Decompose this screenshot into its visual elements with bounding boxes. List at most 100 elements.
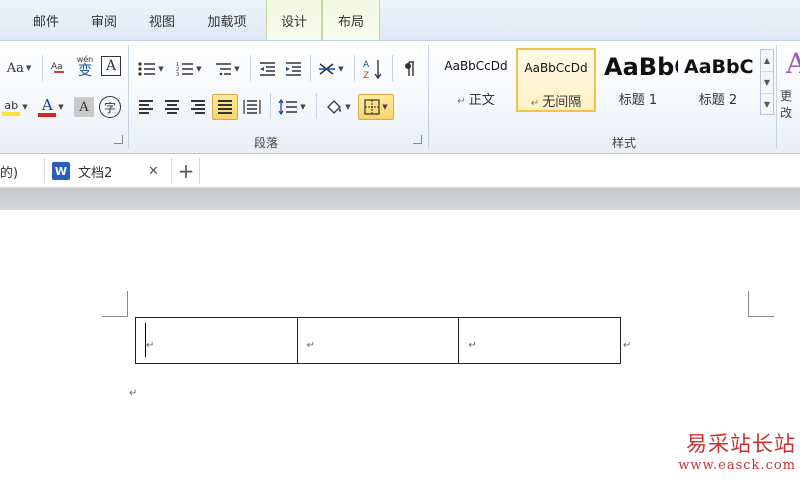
distributed-align-icon — [243, 100, 261, 114]
watermark-title: 易采站长站 — [686, 432, 796, 456]
document-table[interactable]: ↵ ↵ ↵ — [135, 317, 621, 364]
document-page[interactable]: ↵ ↵ ↵ ↵ ↵ 易采站长站 www.easck.com — [0, 210, 800, 482]
numbering-button[interactable]: 123 ▼ — [172, 57, 206, 81]
new-tab-button[interactable]: + — [174, 154, 198, 188]
align-right-button[interactable] — [186, 95, 210, 119]
cell-end-mark-icon: ↵ — [468, 340, 477, 351]
svg-text:Z: Z — [363, 71, 369, 80]
font-dialog-launcher-icon[interactable] — [114, 135, 123, 144]
styles-scroll[interactable]: ▲ ▼ ▼ — [760, 49, 774, 115]
svg-text:A: A — [363, 60, 370, 70]
numbered-list-icon: 123 — [176, 62, 194, 77]
font-size-icon: Aa — [6, 60, 24, 76]
increase-indent-button[interactable] — [282, 57, 304, 81]
font-color-button[interactable]: A ▼ — [34, 95, 68, 119]
sort-az-icon: AZ — [363, 60, 382, 80]
highlight-icon: ab — [2, 99, 21, 116]
ribbon: Aa ▼ Aa wén 变 A ab ▼ A ▼ A 字 ▼ 123 ▼ ▼ ▼… — [0, 40, 800, 154]
chevron-down-icon: ▼ — [300, 103, 306, 111]
font-size-change-button[interactable]: Aa ▼ — [4, 57, 34, 79]
style-heading-1[interactable]: AaBbC 标题 1 — [598, 49, 678, 113]
table-cell[interactable]: ↵ — [458, 317, 621, 364]
justify-icon — [218, 100, 232, 114]
styles-gallery: AaBbCcDd ↵ 正文 AaBbCcDd ↵ 无间隔 AaBbC 标题 1 … — [434, 48, 760, 115]
paragraph-dialog-launcher-icon[interactable] — [413, 135, 422, 144]
multilevel-list-icon — [216, 63, 232, 76]
cell-end-mark-icon: ↵ — [306, 340, 316, 351]
style-name: 标题 2 — [698, 93, 738, 108]
change-styles-label[interactable]: 更改 — [780, 87, 800, 121]
justify-button[interactable] — [212, 94, 238, 120]
highlight-color-button[interactable]: ab ▼ — [0, 95, 30, 119]
style-sample: AaBbC — [684, 56, 754, 78]
clear-formatting-icon: Aa — [51, 62, 64, 73]
tab-mailings[interactable]: 邮件 — [20, 0, 72, 40]
shading-button[interactable]: ▼ — [320, 95, 356, 119]
show-formatting-marks-button[interactable] — [398, 57, 422, 81]
increase-indent-icon — [286, 62, 301, 76]
sort-button[interactable]: AZ — [360, 55, 386, 83]
margin-corner-top-left — [102, 291, 128, 317]
style-name: 标题 1 — [618, 93, 658, 108]
tab-review[interactable]: 审阅 — [78, 0, 130, 40]
phonetic-guide-button[interactable]: wén 变 — [72, 53, 98, 81]
style-normal[interactable]: AaBbCcDd ↵ 正文 — [436, 49, 516, 113]
font-color-icon: A — [38, 97, 57, 117]
document-tab-previous[interactable]: 的) — [0, 154, 44, 188]
character-shading-button[interactable]: A — [74, 97, 94, 117]
chevron-down-icon: ▼ — [58, 103, 64, 111]
change-styles-icon[interactable]: A — [780, 45, 800, 85]
bullet-list-icon — [138, 62, 156, 76]
line-spacing-button[interactable]: ▼ — [274, 95, 310, 119]
align-left-button[interactable] — [134, 95, 158, 119]
paint-bucket-icon — [327, 100, 342, 114]
chinese-layout-button[interactable]: ▼ — [314, 57, 348, 81]
close-icon[interactable]: ✕ — [148, 164, 159, 179]
distributed-button[interactable] — [240, 95, 264, 119]
document-tab-bar: 的) W 文档2 ✕ + — [0, 154, 800, 188]
decrease-indent-button[interactable] — [256, 57, 278, 81]
multilevel-list-button[interactable]: ▼ — [210, 57, 244, 81]
tab-table-design[interactable]: 设计 — [266, 0, 322, 40]
document-area-margin — [0, 188, 800, 210]
style-name: ↵ 无间隔 — [530, 95, 582, 110]
expand-gallery-icon[interactable]: ▼ — [761, 94, 773, 116]
chevron-down-icon[interactable]: ▼ — [761, 72, 773, 94]
chevron-down-icon: ▼ — [22, 103, 28, 111]
document-tab-label: 文档2 — [78, 165, 113, 181]
style-sample: AaBbCcDd — [444, 59, 508, 73]
borders-icon — [364, 99, 380, 115]
chevron-down-icon: ▼ — [25, 64, 32, 72]
table-row: ↵ ↵ ↵ — [135, 317, 621, 364]
word-doc-icon: W — [52, 162, 70, 180]
enclose-characters-button[interactable]: 字 — [99, 96, 121, 118]
style-sample: AaBbCcDd — [524, 61, 588, 75]
clear-formatting-button[interactable]: Aa — [48, 55, 70, 79]
bullets-button[interactable]: ▼ — [134, 57, 168, 81]
character-border-button[interactable]: A — [101, 56, 121, 76]
align-center-button[interactable] — [160, 95, 184, 119]
table-cell[interactable]: ↵ — [296, 317, 460, 364]
line-spacing-icon — [278, 99, 298, 115]
chevron-down-icon: ▼ — [345, 103, 351, 111]
paragraph-mark-icon — [405, 61, 414, 76]
tab-addins[interactable]: 加载项 — [194, 0, 260, 40]
plus-icon: + — [177, 159, 195, 183]
chevron-down-icon: ▼ — [382, 103, 388, 111]
borders-button[interactable]: ▼ — [358, 94, 394, 120]
document-tab-active[interactable]: W 文档2 ✕ — [52, 154, 172, 188]
styles-group-label: 样式 — [612, 136, 637, 150]
table-cell[interactable]: ↵ — [135, 317, 298, 364]
chevron-up-icon[interactable]: ▲ — [761, 50, 773, 72]
character-shading-icon: A — [79, 99, 89, 115]
enclose-characters-icon: 字 — [103, 100, 116, 115]
chevron-down-icon: ▼ — [234, 65, 240, 73]
document-tab-label: 的) — [0, 165, 19, 181]
style-no-spacing[interactable]: AaBbCcDd ↵ 无间隔 — [516, 48, 596, 112]
svg-text:Aa: Aa — [51, 62, 63, 72]
chevron-down-icon: ▼ — [196, 65, 202, 73]
decrease-indent-icon — [260, 62, 275, 76]
tab-table-layout[interactable]: 布局 — [322, 0, 380, 40]
style-heading-2[interactable]: AaBbC 标题 2 — [678, 49, 758, 113]
tab-view[interactable]: 视图 — [136, 0, 188, 40]
